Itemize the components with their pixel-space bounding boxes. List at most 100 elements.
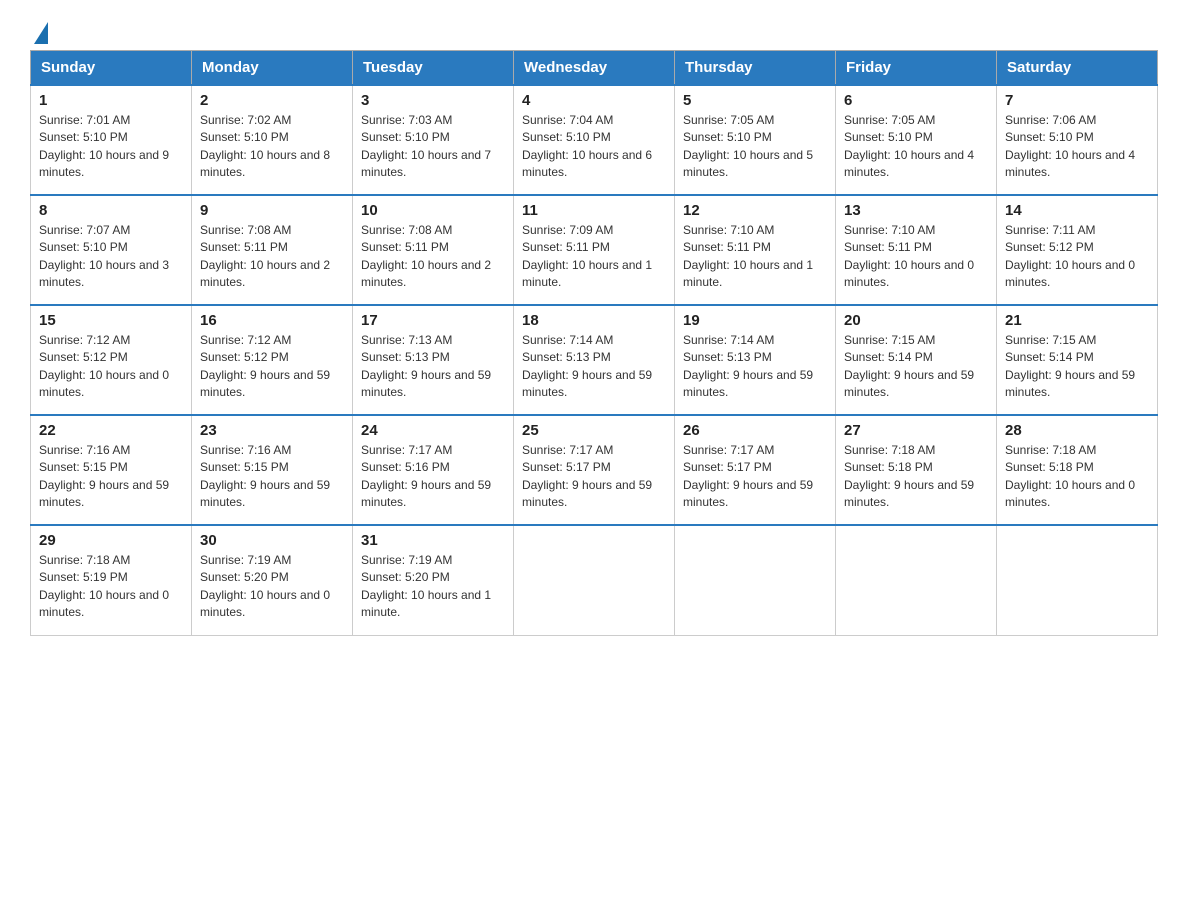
calendar-week-row: 29Sunrise: 7:18 AMSunset: 5:19 PMDayligh… [31, 525, 1158, 635]
day-number: 27 [844, 422, 988, 439]
day-info: Sunrise: 7:18 AMSunset: 5:18 PMDaylight:… [1005, 442, 1149, 512]
day-info: Sunrise: 7:15 AMSunset: 5:14 PMDaylight:… [1005, 332, 1149, 402]
calendar-cell: 27 Sunrise: 7:18 AMSunset: 5:18 PMDayligh… [836, 415, 997, 525]
calendar-week-row: 22Sunrise: 7:16 AMSunset: 5:15 PMDayligh… [31, 415, 1158, 525]
calendar-cell: 13 Sunrise: 7:10 AMSunset: 5:11 PMDayligh… [836, 195, 997, 305]
calendar-cell [675, 525, 836, 635]
calendar-cell: 31 Sunrise: 7:19 AMSunset: 5:20 PMDayligh… [353, 525, 514, 635]
calendar-cell: 22Sunrise: 7:16 AMSunset: 5:15 PMDayligh… [31, 415, 192, 525]
day-number: 14 [1005, 202, 1149, 219]
calendar-cell: 10 Sunrise: 7:08 AMSunset: 5:11 PMDayligh… [353, 195, 514, 305]
day-number: 31 [361, 532, 505, 549]
day-of-week-header: Saturday [997, 51, 1158, 86]
day-info: Sunrise: 7:08 AMSunset: 5:11 PMDaylight:… [361, 222, 505, 292]
day-info: Sunrise: 7:15 AMSunset: 5:14 PMDaylight:… [844, 332, 988, 402]
calendar-cell [514, 525, 675, 635]
calendar-cell: 25 Sunrise: 7:17 AMSunset: 5:17 PMDayligh… [514, 415, 675, 525]
calendar-cell: 3 Sunrise: 7:03 AMSunset: 5:10 PMDaylight… [353, 85, 514, 195]
calendar-cell: 30Sunrise: 7:19 AMSunset: 5:20 PMDayligh… [192, 525, 353, 635]
calendar-cell: 20 Sunrise: 7:15 AMSunset: 5:14 PMDayligh… [836, 305, 997, 415]
logo-triangle-icon [34, 22, 48, 44]
day-number: 20 [844, 312, 988, 329]
day-info: Sunrise: 7:12 AMSunset: 5:12 PMDaylight:… [39, 332, 183, 402]
calendar-cell: 2 Sunrise: 7:02 AMSunset: 5:10 PMDaylight… [192, 85, 353, 195]
calendar-cell: 16Sunrise: 7:12 AMSunset: 5:12 PMDayligh… [192, 305, 353, 415]
day-info: Sunrise: 7:09 AMSunset: 5:11 PMDaylight:… [522, 222, 666, 292]
day-number: 15 [39, 312, 183, 329]
day-number: 28 [1005, 422, 1149, 439]
day-info: Sunrise: 7:19 AMSunset: 5:20 PMDaylight:… [361, 552, 505, 622]
day-info: Sunrise: 7:12 AMSunset: 5:12 PMDaylight:… [200, 332, 344, 402]
calendar-table: SundayMondayTuesdayWednesdayThursdayFrid… [30, 50, 1158, 636]
day-number: 22 [39, 422, 183, 439]
calendar-cell: 18Sunrise: 7:14 AMSunset: 5:13 PMDayligh… [514, 305, 675, 415]
calendar-cell: 26 Sunrise: 7:17 AMSunset: 5:17 PMDayligh… [675, 415, 836, 525]
day-of-week-header: Sunday [31, 51, 192, 86]
day-info: Sunrise: 7:17 AMSunset: 5:16 PMDaylight:… [361, 442, 505, 512]
day-number: 24 [361, 422, 505, 439]
day-number: 12 [683, 202, 827, 219]
day-of-week-header: Friday [836, 51, 997, 86]
calendar-cell: 19Sunrise: 7:14 AMSunset: 5:13 PMDayligh… [675, 305, 836, 415]
calendar-cell: 7Sunrise: 7:06 AMSunset: 5:10 PMDaylight… [997, 85, 1158, 195]
calendar-cell: 1 Sunrise: 7:01 AMSunset: 5:10 PMDaylight… [31, 85, 192, 195]
day-number: 23 [200, 422, 344, 439]
calendar-cell: 8Sunrise: 7:07 AMSunset: 5:10 PMDaylight… [31, 195, 192, 305]
calendar-cell: 14 Sunrise: 7:11 AMSunset: 5:12 PMDayligh… [997, 195, 1158, 305]
day-number: 13 [844, 202, 988, 219]
day-info: Sunrise: 7:17 AMSunset: 5:17 PMDaylight:… [522, 442, 666, 512]
calendar-cell: 23Sunrise: 7:16 AMSunset: 5:15 PMDayligh… [192, 415, 353, 525]
day-number: 18 [522, 312, 666, 329]
day-info: Sunrise: 7:08 AMSunset: 5:11 PMDaylight:… [200, 222, 344, 292]
day-number: 26 [683, 422, 827, 439]
day-info: Sunrise: 7:05 AMSunset: 5:10 PMDaylight:… [683, 112, 827, 182]
day-info: Sunrise: 7:18 AMSunset: 5:18 PMDaylight:… [844, 442, 988, 512]
day-of-week-header: Thursday [675, 51, 836, 86]
calendar-cell: 5Sunrise: 7:05 AMSunset: 5:10 PMDaylight… [675, 85, 836, 195]
day-info: Sunrise: 7:01 AMSunset: 5:10 PMDaylight:… [39, 112, 183, 182]
day-of-week-header: Wednesday [514, 51, 675, 86]
day-info: Sunrise: 7:10 AMSunset: 5:11 PMDaylight:… [844, 222, 988, 292]
day-of-week-header: Tuesday [353, 51, 514, 86]
day-number: 30 [200, 532, 344, 549]
day-number: 1 [39, 92, 183, 109]
calendar-cell: 17 Sunrise: 7:13 AMSunset: 5:13 PMDayligh… [353, 305, 514, 415]
calendar-week-row: 15 Sunrise: 7:12 AMSunset: 5:12 PMDayligh… [31, 305, 1158, 415]
day-info: Sunrise: 7:05 AMSunset: 5:10 PMDaylight:… [844, 112, 988, 182]
calendar-cell: 24 Sunrise: 7:17 AMSunset: 5:16 PMDayligh… [353, 415, 514, 525]
day-info: Sunrise: 7:03 AMSunset: 5:10 PMDaylight:… [361, 112, 505, 182]
day-info: Sunrise: 7:17 AMSunset: 5:17 PMDaylight:… [683, 442, 827, 512]
logo [30, 20, 48, 40]
day-of-week-header: Monday [192, 51, 353, 86]
calendar-cell: 15 Sunrise: 7:12 AMSunset: 5:12 PMDayligh… [31, 305, 192, 415]
calendar-cell [997, 525, 1158, 635]
calendar-cell: 29Sunrise: 7:18 AMSunset: 5:19 PMDayligh… [31, 525, 192, 635]
day-number: 10 [361, 202, 505, 219]
day-info: Sunrise: 7:07 AMSunset: 5:10 PMDaylight:… [39, 222, 183, 292]
calendar-week-row: 1 Sunrise: 7:01 AMSunset: 5:10 PMDaylight… [31, 85, 1158, 195]
day-number: 4 [522, 92, 666, 109]
calendar-week-row: 8Sunrise: 7:07 AMSunset: 5:10 PMDaylight… [31, 195, 1158, 305]
day-number: 3 [361, 92, 505, 109]
day-number: 29 [39, 532, 183, 549]
day-info: Sunrise: 7:13 AMSunset: 5:13 PMDaylight:… [361, 332, 505, 402]
day-info: Sunrise: 7:11 AMSunset: 5:12 PMDaylight:… [1005, 222, 1149, 292]
day-info: Sunrise: 7:02 AMSunset: 5:10 PMDaylight:… [200, 112, 344, 182]
day-number: 17 [361, 312, 505, 329]
day-number: 21 [1005, 312, 1149, 329]
calendar-header-row: SundayMondayTuesdayWednesdayThursdayFrid… [31, 51, 1158, 86]
page-header [30, 20, 1158, 40]
day-info: Sunrise: 7:04 AMSunset: 5:10 PMDaylight:… [522, 112, 666, 182]
calendar-cell: 9 Sunrise: 7:08 AMSunset: 5:11 PMDaylight… [192, 195, 353, 305]
day-number: 9 [200, 202, 344, 219]
day-number: 2 [200, 92, 344, 109]
calendar-cell: 28 Sunrise: 7:18 AMSunset: 5:18 PMDayligh… [997, 415, 1158, 525]
day-number: 25 [522, 422, 666, 439]
calendar-cell [836, 525, 997, 635]
day-number: 6 [844, 92, 988, 109]
calendar-cell: 12 Sunrise: 7:10 AMSunset: 5:11 PMDayligh… [675, 195, 836, 305]
calendar-cell: 4 Sunrise: 7:04 AMSunset: 5:10 PMDaylight… [514, 85, 675, 195]
day-info: Sunrise: 7:10 AMSunset: 5:11 PMDaylight:… [683, 222, 827, 292]
day-info: Sunrise: 7:14 AMSunset: 5:13 PMDaylight:… [683, 332, 827, 402]
calendar-cell: 21 Sunrise: 7:15 AMSunset: 5:14 PMDayligh… [997, 305, 1158, 415]
